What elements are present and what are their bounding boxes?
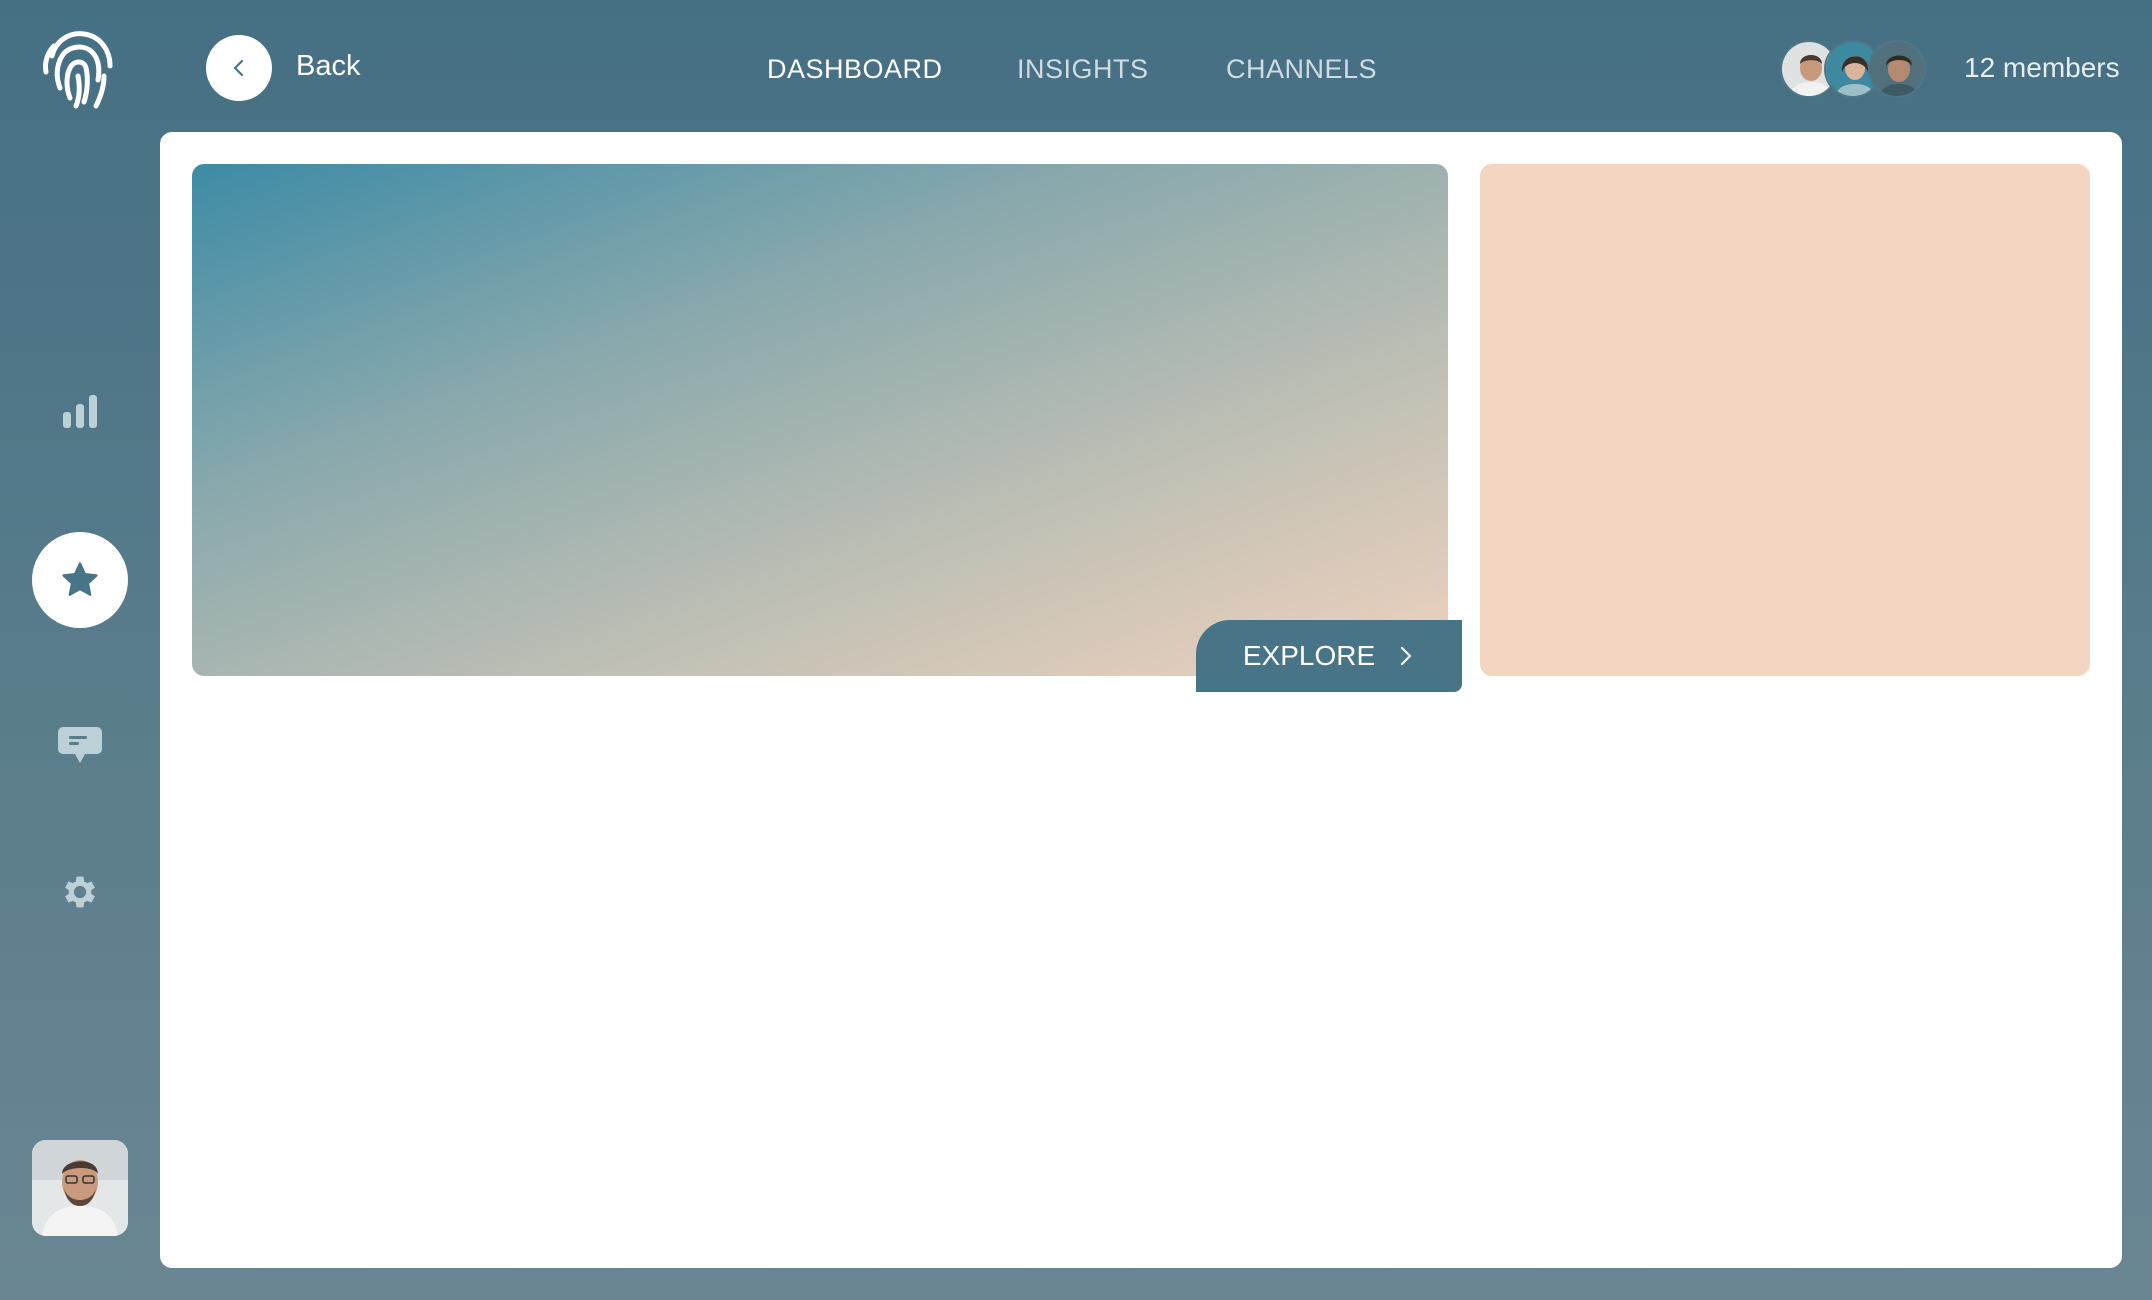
sidebar-item-stats[interactable]	[32, 364, 128, 460]
sidebar-item-settings[interactable]	[32, 844, 128, 940]
sidebar-item-favorites[interactable]	[32, 532, 128, 628]
hero-banner	[192, 164, 1448, 676]
back-label[interactable]: Back	[296, 50, 360, 83]
chevron-left-icon	[233, 59, 244, 77]
side-panel	[1480, 164, 2090, 676]
member-avatar	[1868, 40, 1926, 98]
explore-button[interactable]: EXPLORE	[1196, 620, 1462, 692]
user-avatar[interactable]	[32, 1140, 128, 1236]
tab-insights[interactable]: INSIGHTS	[1017, 54, 1149, 85]
fingerprint-logo-icon[interactable]	[40, 26, 120, 110]
chat-icon	[58, 727, 102, 763]
sidebar-item-messages[interactable]	[32, 698, 128, 794]
gear-icon	[65, 876, 95, 908]
chevron-right-icon	[1401, 646, 1412, 666]
star-icon	[62, 562, 98, 596]
sidebar	[0, 0, 160, 1300]
bar-chart-icon	[63, 395, 97, 428]
member-avatars[interactable]	[1780, 40, 1940, 98]
tab-channels[interactable]: CHANNELS	[1226, 54, 1377, 85]
tab-dashboard[interactable]: DASHBOARD	[767, 54, 943, 85]
explore-label: EXPLORE	[1242, 640, 1376, 671]
back-button[interactable]	[206, 35, 272, 101]
main-content: EXPLORE	[160, 132, 2122, 1268]
members-count[interactable]: 12 members	[1964, 52, 2120, 84]
